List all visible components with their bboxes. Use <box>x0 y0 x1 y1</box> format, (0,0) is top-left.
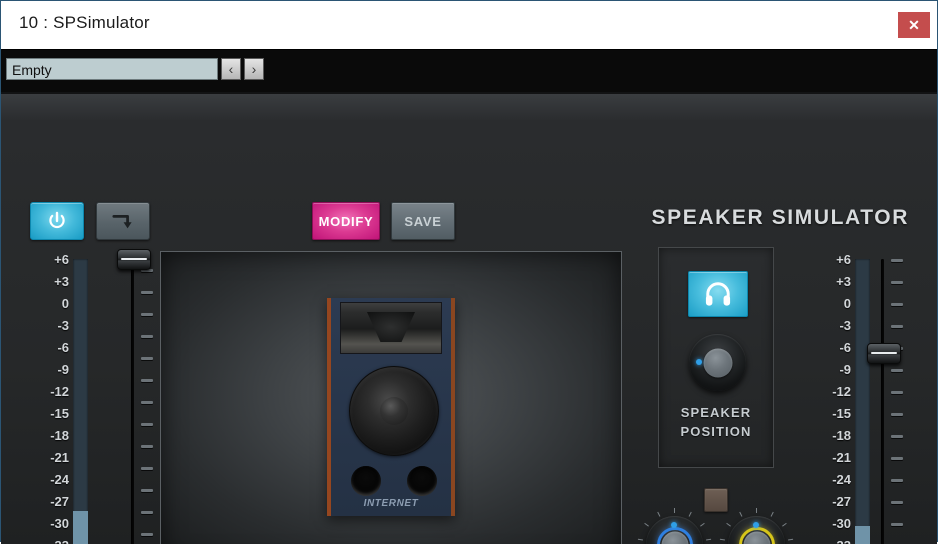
title-bar: 10 : SPSimulator ✕ <box>1 1 937 49</box>
speaker-cabinet-image: INTERNET <box>327 298 455 516</box>
headphone-icon <box>703 281 733 307</box>
scale-tick: +6 <box>807 249 851 271</box>
scale-tick: -18 <box>807 425 851 447</box>
power-button[interactable] <box>30 202 84 240</box>
knob-indicator-dot <box>671 522 677 528</box>
modify-button[interactable]: MODIFY <box>312 202 380 240</box>
scale-tick: -12 <box>807 381 851 403</box>
scale-tick: +6 <box>25 249 69 271</box>
scale-tick: -30 <box>25 513 69 535</box>
knob-indicator-dot <box>753 522 759 528</box>
scale-tick: -6 <box>807 337 851 359</box>
speaker-display[interactable]: INTERNET <box>160 251 622 544</box>
bass-knob[interactable] <box>646 516 703 544</box>
preset-name-input[interactable]: Empty <box>6 58 218 80</box>
scale-tick: -21 <box>807 447 851 469</box>
meter-fill <box>855 526 870 544</box>
input-scale-labels: +6 +3 0 -3 -6 -9 -12 -15 -18 -21 -24 -27… <box>25 249 69 544</box>
headphone-button[interactable] <box>688 271 748 317</box>
input-level-meters <box>73 259 93 544</box>
scale-tick: 0 <box>807 293 851 315</box>
meter-fill <box>73 511 88 544</box>
scale-tick: -6 <box>25 337 69 359</box>
scale-tick: -12 <box>25 381 69 403</box>
scale-tick: -27 <box>25 491 69 513</box>
plugin-panel: MODIFY SAVE SPEAKER SIMULATOR +6 +3 0 -3… <box>1 92 937 544</box>
knob-indicator-dot <box>696 359 702 365</box>
input-fader-ticks <box>141 269 155 544</box>
speaker-position-label: SPEAKER POSITION <box>659 403 773 441</box>
treble-knob[interactable] <box>728 516 785 544</box>
plugin-window: 10 : SPSimulator ✕ Empty ‹ › MODIFY SAVE… <box>0 0 938 542</box>
scale-tick: -18 <box>25 425 69 447</box>
speaker-position-knob[interactable] <box>689 334 746 391</box>
scale-tick: 0 <box>25 293 69 315</box>
output-meter-bar-left <box>855 259 870 544</box>
scale-tick: -24 <box>807 469 851 491</box>
power-icon <box>46 210 68 232</box>
scale-tick: +3 <box>25 271 69 293</box>
input-meter-bar-left <box>73 259 88 544</box>
bass-port-left <box>351 466 381 496</box>
scale-tick: -15 <box>807 403 851 425</box>
scale-tick: -33 <box>25 535 69 544</box>
preset-bar: Empty ‹ › <box>1 49 937 92</box>
scale-tick: -24 <box>25 469 69 491</box>
input-fader-handle[interactable] <box>117 249 151 270</box>
save-button[interactable]: SAVE <box>391 202 455 240</box>
bass-port-right <box>407 466 437 496</box>
output-fader-handle[interactable] <box>867 343 901 364</box>
scale-tick: -33 <box>807 535 851 544</box>
route-arrow-icon <box>111 210 135 232</box>
cabinet-brand-label: INTERNET <box>331 498 451 509</box>
close-button[interactable]: ✕ <box>898 12 930 38</box>
tone-toggle-button[interactable] <box>704 488 728 512</box>
position-label-line2: POSITION <box>659 422 773 441</box>
horn-tweeter <box>340 302 442 354</box>
speaker-position-panel: SPEAKER POSITION <box>658 247 774 468</box>
scale-tick: -21 <box>25 447 69 469</box>
output-fader-track[interactable] <box>881 259 884 544</box>
scale-tick: -3 <box>807 315 851 337</box>
preset-prev-button[interactable]: ‹ <box>221 58 241 80</box>
output-level-meters <box>855 259 875 544</box>
scale-tick: -3 <box>25 315 69 337</box>
output-scale-labels: +6 +3 0 -3 -6 -9 -12 -15 -18 -21 -24 -27… <box>807 249 851 544</box>
preset-next-button[interactable]: › <box>244 58 264 80</box>
output-fader-ticks <box>891 259 905 544</box>
scale-tick: -9 <box>807 359 851 381</box>
routing-button[interactable] <box>96 202 150 240</box>
knob-cap <box>703 348 732 377</box>
plugin-title: SPEAKER SIMULATOR <box>652 206 909 230</box>
scale-tick: -30 <box>807 513 851 535</box>
scale-tick: -27 <box>807 491 851 513</box>
scale-tick: -15 <box>25 403 69 425</box>
input-fader-track[interactable] <box>131 269 134 544</box>
scale-tick: -9 <box>25 359 69 381</box>
woofer-driver <box>349 366 439 456</box>
window-title: 10 : SPSimulator <box>19 13 150 33</box>
scale-tick: +3 <box>807 271 851 293</box>
position-label-line1: SPEAKER <box>659 403 773 422</box>
